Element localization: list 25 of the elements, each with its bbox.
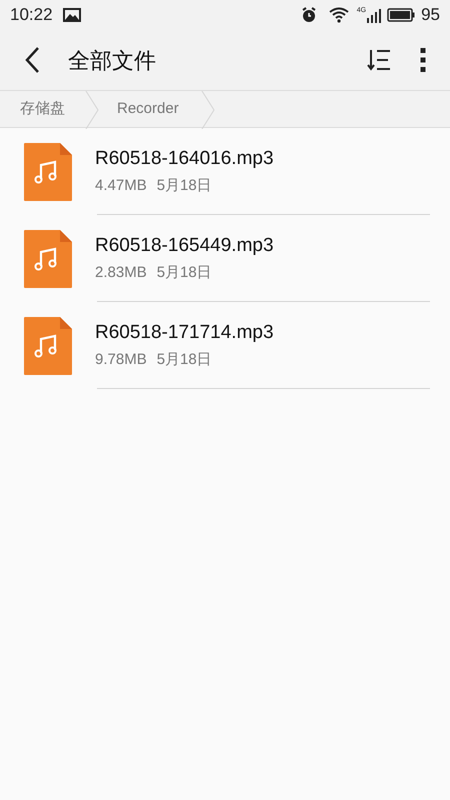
music-file-icon (24, 230, 72, 288)
file-date: 5月18日 (156, 350, 212, 370)
signal-icon (367, 9, 382, 23)
breadcrumb-item[interactable]: 存储盘 (0, 91, 85, 127)
file-name: R60518-164016.mp3 (95, 146, 274, 171)
music-file-icon (24, 142, 72, 200)
music-file-icon (24, 316, 72, 374)
breadcrumb-item[interactable]: Recorder (99, 91, 201, 127)
file-date: 5月18日 (156, 262, 212, 283)
wifi-icon (328, 7, 349, 23)
sort-icon (367, 49, 391, 71)
file-date: 5月18日 (156, 176, 212, 196)
file-size: 9.78MB (95, 350, 147, 370)
file-name: R60518-165449.mp3 (95, 234, 274, 258)
image-icon (62, 8, 81, 22)
status-time: 10:22 (10, 4, 53, 26)
file-size: 4.47MB (95, 176, 147, 196)
page-title: 全部文件 (68, 46, 156, 74)
more-icon (420, 48, 426, 72)
file-name: R60518-171714.mp3 (95, 320, 274, 345)
back-icon (24, 47, 40, 73)
file-size: 2.83MB (95, 262, 147, 283)
alarm-icon (300, 7, 317, 23)
battery-percent: 95 (421, 4, 440, 26)
battery-icon (387, 8, 416, 22)
